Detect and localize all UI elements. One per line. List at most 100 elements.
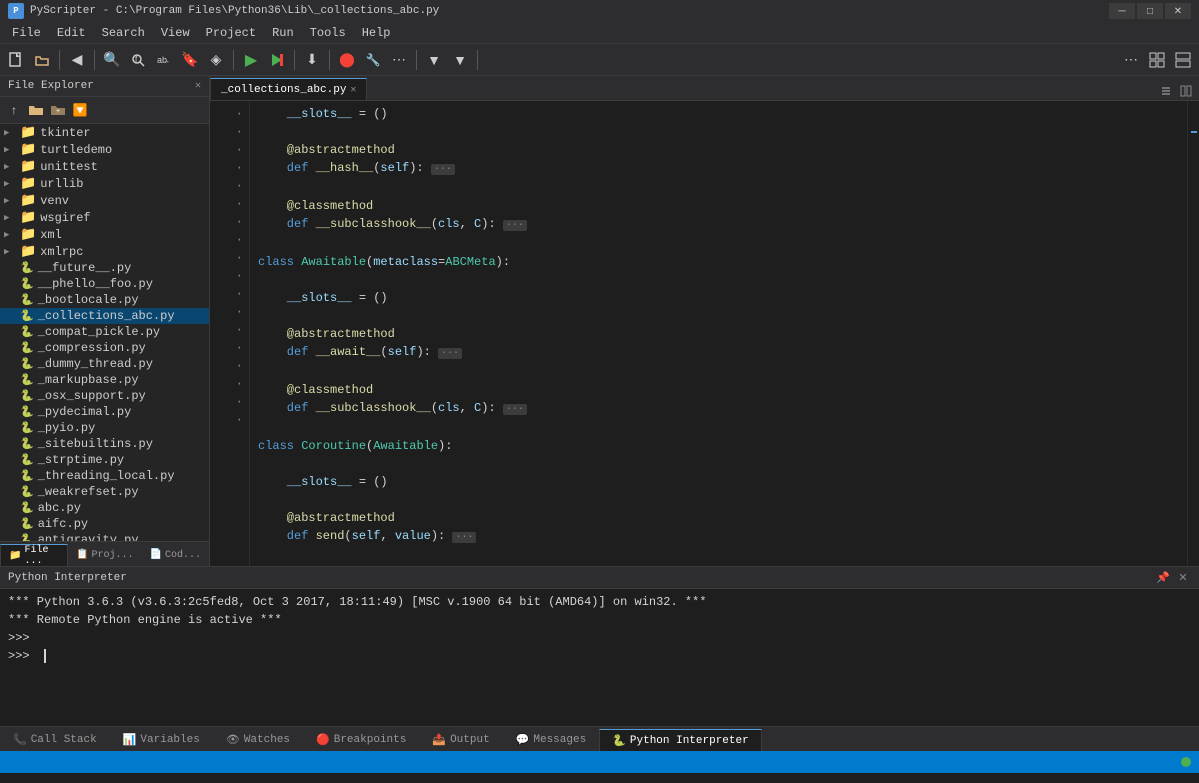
interpreter-line-2: *** Remote Python engine is active *** xyxy=(8,611,1191,629)
interpreter-pin-btn[interactable]: 📌 xyxy=(1155,570,1171,586)
editor-tab-collections-abc[interactable]: _collections_abc.py ✕ xyxy=(210,78,367,100)
menu-tools[interactable]: Tools xyxy=(302,22,354,43)
new-button[interactable] xyxy=(4,48,28,72)
tree-item-collections-abc[interactable]: 🐍 _collections_abc.py xyxy=(0,308,209,324)
sidebar-bottom-tabs: 📁 File ... 📋 Proj... 📄 Cod... xyxy=(0,541,209,566)
sidebar-tree: ▶ 📁 tkinter ▶ 📁 turtledemo ▶ 📁 unittest … xyxy=(0,124,209,541)
sidebar-folder-btn[interactable] xyxy=(26,100,46,120)
dropdown-btn2[interactable]: ▼ xyxy=(448,48,472,72)
tree-item-compat-pickle[interactable]: 🐍 _compat_pickle.py xyxy=(0,324,209,340)
toolbar-sep-2 xyxy=(94,50,95,70)
menu-bar: File Edit Search View Project Run Tools … xyxy=(0,22,1199,44)
tab-breakpoints[interactable]: 🔴 Breakpoints xyxy=(303,729,419,751)
sidebar-title: File Explorer xyxy=(8,80,94,92)
close-button[interactable]: ✕ xyxy=(1165,3,1191,19)
content-area: File Explorer ✕ ↑ + 🔽 ▶ 📁 tkinter ▶ 📁 xyxy=(0,76,1199,566)
tree-item-unittest[interactable]: ▶ 📁 unittest xyxy=(0,158,209,175)
tab-messages[interactable]: 💬 Messages xyxy=(503,729,600,751)
tab-output[interactable]: 📤 Output xyxy=(419,729,502,751)
menu-search[interactable]: Search xyxy=(94,22,153,43)
open-button[interactable] xyxy=(30,48,54,72)
tree-item-tkinter[interactable]: ▶ 📁 tkinter xyxy=(0,124,209,141)
menu-file[interactable]: File xyxy=(4,22,49,43)
tab-python-interpreter[interactable]: 🐍 Python Interpreter xyxy=(599,729,762,751)
svg-text:→: → xyxy=(163,58,170,65)
tree-item-markupbase[interactable]: 🐍 _markupbase.py xyxy=(0,372,209,388)
tab-list-btn[interactable] xyxy=(1157,82,1175,100)
run-button[interactable]: ▶ xyxy=(239,48,263,72)
menu-view[interactable]: View xyxy=(153,22,198,43)
menu-help[interactable]: Help xyxy=(354,22,399,43)
window-title: PyScripter - C:\Program Files\Python36\L… xyxy=(30,5,1109,17)
tree-item-xmlrpc[interactable]: ▶ 📁 xmlrpc xyxy=(0,243,209,260)
breakpoints-icon: 🔴 xyxy=(316,733,330,747)
tree-item-compression[interactable]: 🐍 _compression.py xyxy=(0,340,209,356)
status-right xyxy=(1181,757,1191,767)
step-over[interactable]: ⬇ xyxy=(300,48,324,72)
bookmark-toggle[interactable]: ◈ xyxy=(204,48,228,72)
status-green-dot xyxy=(1181,757,1191,767)
tree-item-osx-support[interactable]: 🐍 _osx_support.py xyxy=(0,388,209,404)
tree-item-venv[interactable]: ▶ 📁 venv xyxy=(0,192,209,209)
panel-btn[interactable] xyxy=(1171,48,1195,72)
back-button[interactable]: ◀ xyxy=(65,48,89,72)
minimize-button[interactable]: ─ xyxy=(1109,3,1135,19)
tree-item-sitebuiltins[interactable]: 🐍 _sitebuiltins.py xyxy=(0,436,209,452)
tree-item-dummy-thread[interactable]: 🐍 _dummy_thread.py xyxy=(0,356,209,372)
tree-item-wsgiref[interactable]: ▶ 📁 wsgiref xyxy=(0,209,209,226)
dropdown-btn1[interactable]: ▼ xyxy=(422,48,446,72)
code-tab-label: Cod... xyxy=(165,550,201,561)
tree-item-bootlocale[interactable]: 🐍 _bootlocale.py xyxy=(0,292,209,308)
menu-edit[interactable]: Edit xyxy=(49,22,94,43)
interpreter-close-btn[interactable]: ✕ xyxy=(1175,570,1191,586)
tree-item-urllib[interactable]: ▶ 📁 urllib xyxy=(0,175,209,192)
more-btn1[interactable]: ⋯ xyxy=(387,48,411,72)
tree-item-threading-local[interactable]: 🐍 _threading_local.py xyxy=(0,468,209,484)
tree-item-phello[interactable]: 🐍 __phello__foo.py xyxy=(0,276,209,292)
status-info xyxy=(8,756,15,768)
tree-item-pydecimal[interactable]: 🐍 _pydecimal.py xyxy=(0,404,209,420)
breakpoints-label: Breakpoints xyxy=(334,734,407,746)
sidebar-filter-btn[interactable]: 🔽 xyxy=(70,100,90,120)
grid-view-btn[interactable] xyxy=(1145,48,1169,72)
line-numbers: · · · · · · · · · · · · · xyxy=(210,101,250,566)
tree-item-pyio[interactable]: 🐍 _pyio.py xyxy=(0,420,209,436)
title-bar: P PyScripter - C:\Program Files\Python36… xyxy=(0,0,1199,22)
tree-item-turtledemo[interactable]: ▶ 📁 turtledemo xyxy=(0,141,209,158)
find-button[interactable]: f xyxy=(126,48,150,72)
tab-call-stack[interactable]: 📞 Call Stack xyxy=(0,729,110,751)
inspect-button[interactable]: 🔧 xyxy=(361,48,385,72)
code-content[interactable]: __slots__ = () @abstractmethod def __has… xyxy=(250,101,1187,566)
tree-item-weakrefset[interactable]: 🐍 _weakrefset.py xyxy=(0,484,209,500)
interpreter-output[interactable]: *** Python 3.6.3 (v3.6.3:2c5fed8, Oct 3 … xyxy=(0,589,1199,726)
call-stack-label: Call Stack xyxy=(31,734,97,746)
code-editor[interactable]: · · · · · · · · · · · · · xyxy=(210,101,1199,566)
menu-project[interactable]: Project xyxy=(198,22,264,43)
tab-variables[interactable]: 📊 Variables xyxy=(110,729,213,751)
tab-watches[interactable]: 👁 Watches xyxy=(213,729,303,751)
sidebar-up-btn[interactable]: ↑ xyxy=(4,100,24,120)
menu-run[interactable]: Run xyxy=(264,22,302,43)
maximize-button[interactable]: □ xyxy=(1137,3,1163,19)
search-button[interactable]: 🔍 xyxy=(100,48,124,72)
more-btn2[interactable]: ⋯ xyxy=(1119,48,1143,72)
breakpoint-button[interactable]: ⬤ xyxy=(335,48,359,72)
tree-item-future[interactable]: 🐍 __future__.py xyxy=(0,260,209,276)
bookmark-button[interactable]: 🔖 xyxy=(178,48,202,72)
variables-label: Variables xyxy=(140,734,199,746)
sidebar-folder2-btn[interactable]: + xyxy=(48,100,68,120)
tree-item-antigravity[interactable]: 🐍 antigravity.py xyxy=(0,532,209,541)
sidebar-close-icon[interactable]: ✕ xyxy=(195,80,201,92)
sidebar-tab-file[interactable]: 📁 File ... xyxy=(0,544,68,566)
replace-button[interactable]: ab→ xyxy=(152,48,176,72)
sidebar-tab-code[interactable]: 📄 Cod... xyxy=(142,544,209,566)
tree-item-aifc[interactable]: 🐍 aifc.py xyxy=(0,516,209,532)
tree-item-abc[interactable]: 🐍 abc.py xyxy=(0,500,209,516)
sidebar-toolbar: ↑ + 🔽 xyxy=(0,97,209,124)
tab-layout-btn[interactable] xyxy=(1177,82,1195,100)
run-stop-button[interactable] xyxy=(265,48,289,72)
tree-item-xml[interactable]: ▶ 📁 xml xyxy=(0,226,209,243)
tree-item-strptime[interactable]: 🐍 _strptime.py xyxy=(0,452,209,468)
sidebar-tab-project[interactable]: 📋 Proj... xyxy=(68,544,141,566)
tab-close-icon[interactable]: ✕ xyxy=(350,84,356,96)
